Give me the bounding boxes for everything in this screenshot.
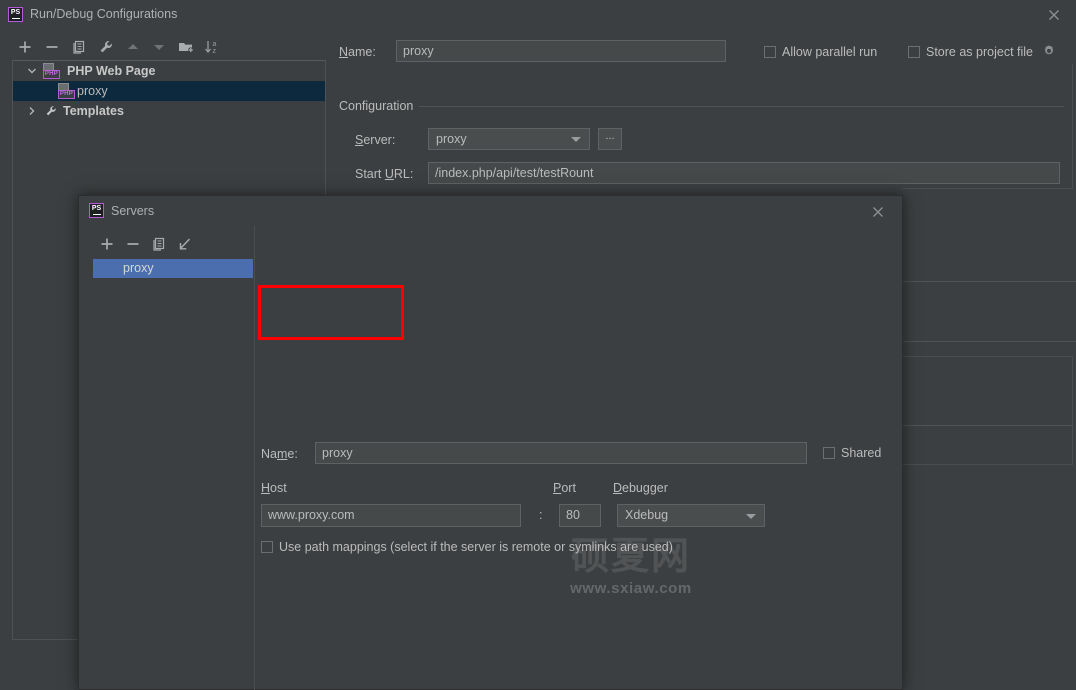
debugger-select[interactable]: Xdebug [617, 504, 765, 527]
wrench-icon [43, 103, 59, 125]
checkbox-box[interactable] [261, 541, 273, 553]
tree-node-templates[interactable]: Templates [13, 101, 325, 121]
checkbox-box[interactable] [823, 447, 835, 459]
phpstorm-logo-icon: PS [89, 203, 104, 218]
configuration-group-title: Configuration [339, 99, 420, 113]
tree-node-proxy[interactable]: PHP proxy [13, 81, 325, 101]
move-down-button[interactable] [149, 37, 169, 57]
servers-dialog: PS Servers proxy Name: proxy Shared Host… [78, 195, 903, 690]
background-panel [903, 64, 1073, 189]
host-input[interactable]: www.proxy.com [261, 504, 521, 527]
shared-label: Shared [841, 446, 882, 460]
tree-node-label: proxy [77, 84, 108, 98]
configurations-toolbar: a z [12, 37, 326, 59]
chevron-right-icon[interactable] [25, 101, 39, 121]
allow-parallel-run-checkbox[interactable]: Allow parallel run [764, 45, 877, 61]
phpstorm-logo-icon: PS [8, 7, 23, 22]
copy-server-button[interactable] [149, 234, 169, 254]
checkbox-box[interactable] [764, 46, 776, 58]
tree-node-label: PHP Web Page [67, 64, 156, 78]
host-port-separator: : [539, 508, 543, 522]
close-icon[interactable] [870, 204, 886, 220]
run-debug-configurations-window: PS Run/Debug Configurations a z PHP PHP … [0, 0, 1076, 690]
tree-node-php-web-page[interactable]: PHP PHP Web Page [13, 61, 325, 81]
chevron-down-icon[interactable] [25, 61, 39, 81]
checkbox-box[interactable] [908, 46, 920, 58]
name-input[interactable]: proxy [396, 40, 726, 62]
server-label: Server: [355, 133, 396, 147]
servers-list[interactable]: proxy [93, 259, 253, 679]
gear-icon[interactable] [1042, 44, 1056, 58]
watermark-en: www.sxiaw.com [570, 580, 692, 597]
store-as-project-file-label: Store as project file [926, 45, 1033, 59]
background-divider [903, 281, 1076, 282]
move-up-button[interactable] [123, 37, 143, 57]
servers-toolbar [97, 234, 257, 254]
debugger-label: Debugger [613, 481, 668, 495]
servers-dialog-divider [254, 226, 255, 690]
port-label: Port [553, 481, 576, 495]
copy-button[interactable] [69, 37, 89, 57]
server-browse-button[interactable]: ... [598, 128, 622, 150]
folder-add-icon[interactable] [176, 37, 196, 57]
background-divider [903, 341, 1076, 342]
list-item-label: proxy [123, 261, 154, 275]
list-item-proxy[interactable]: proxy [93, 259, 253, 278]
svg-text:a: a [213, 41, 217, 48]
sort-az-icon[interactable]: a z [202, 37, 222, 57]
remove-server-button[interactable] [123, 234, 143, 254]
server-select[interactable]: proxy [428, 128, 590, 150]
add-server-button[interactable] [97, 234, 117, 254]
add-button[interactable] [15, 37, 35, 57]
name-label: Name: [339, 45, 376, 59]
use-path-mappings-checkbox[interactable]: Use path mappings (select if the server … [261, 540, 673, 556]
server-select-value: proxy [436, 132, 467, 146]
shared-checkbox[interactable]: Shared [823, 446, 881, 462]
remove-button[interactable] [42, 37, 62, 57]
wrench-icon[interactable] [96, 37, 116, 57]
chevron-down-icon[interactable] [746, 514, 756, 519]
server-name-input[interactable]: proxy [315, 442, 807, 464]
php-web-page-icon: PHP [43, 63, 61, 79]
host-label: Host [261, 481, 287, 495]
allow-parallel-run-label: Allow parallel run [782, 45, 878, 59]
close-icon[interactable] [1046, 7, 1062, 23]
tree-node-label: Templates [63, 104, 124, 118]
host-highlight-annotation [258, 285, 404, 340]
port-input[interactable]: 80 [559, 504, 601, 527]
servers-dialog-title: Servers [111, 204, 155, 218]
window-titlebar: PS Run/Debug Configurations [0, 0, 1076, 29]
debugger-select-value: Xdebug [625, 508, 669, 522]
php-web-page-icon: PHP [58, 83, 76, 99]
start-url-label: Start URL: [355, 167, 414, 181]
use-path-mappings-label: Use path mappings (select if the server … [279, 540, 673, 554]
svg-text:z: z [213, 48, 217, 55]
import-arrow-icon[interactable] [175, 234, 195, 254]
chevron-down-icon[interactable] [571, 137, 581, 142]
server-name-label: Name: [261, 447, 298, 461]
background-divider [903, 425, 1073, 426]
servers-dialog-titlebar: PS Servers [79, 196, 902, 226]
background-panel [903, 356, 1073, 465]
store-as-project-file-checkbox[interactable]: Store as project file [908, 45, 1033, 61]
page-title: Run/Debug Configurations [30, 7, 178, 21]
